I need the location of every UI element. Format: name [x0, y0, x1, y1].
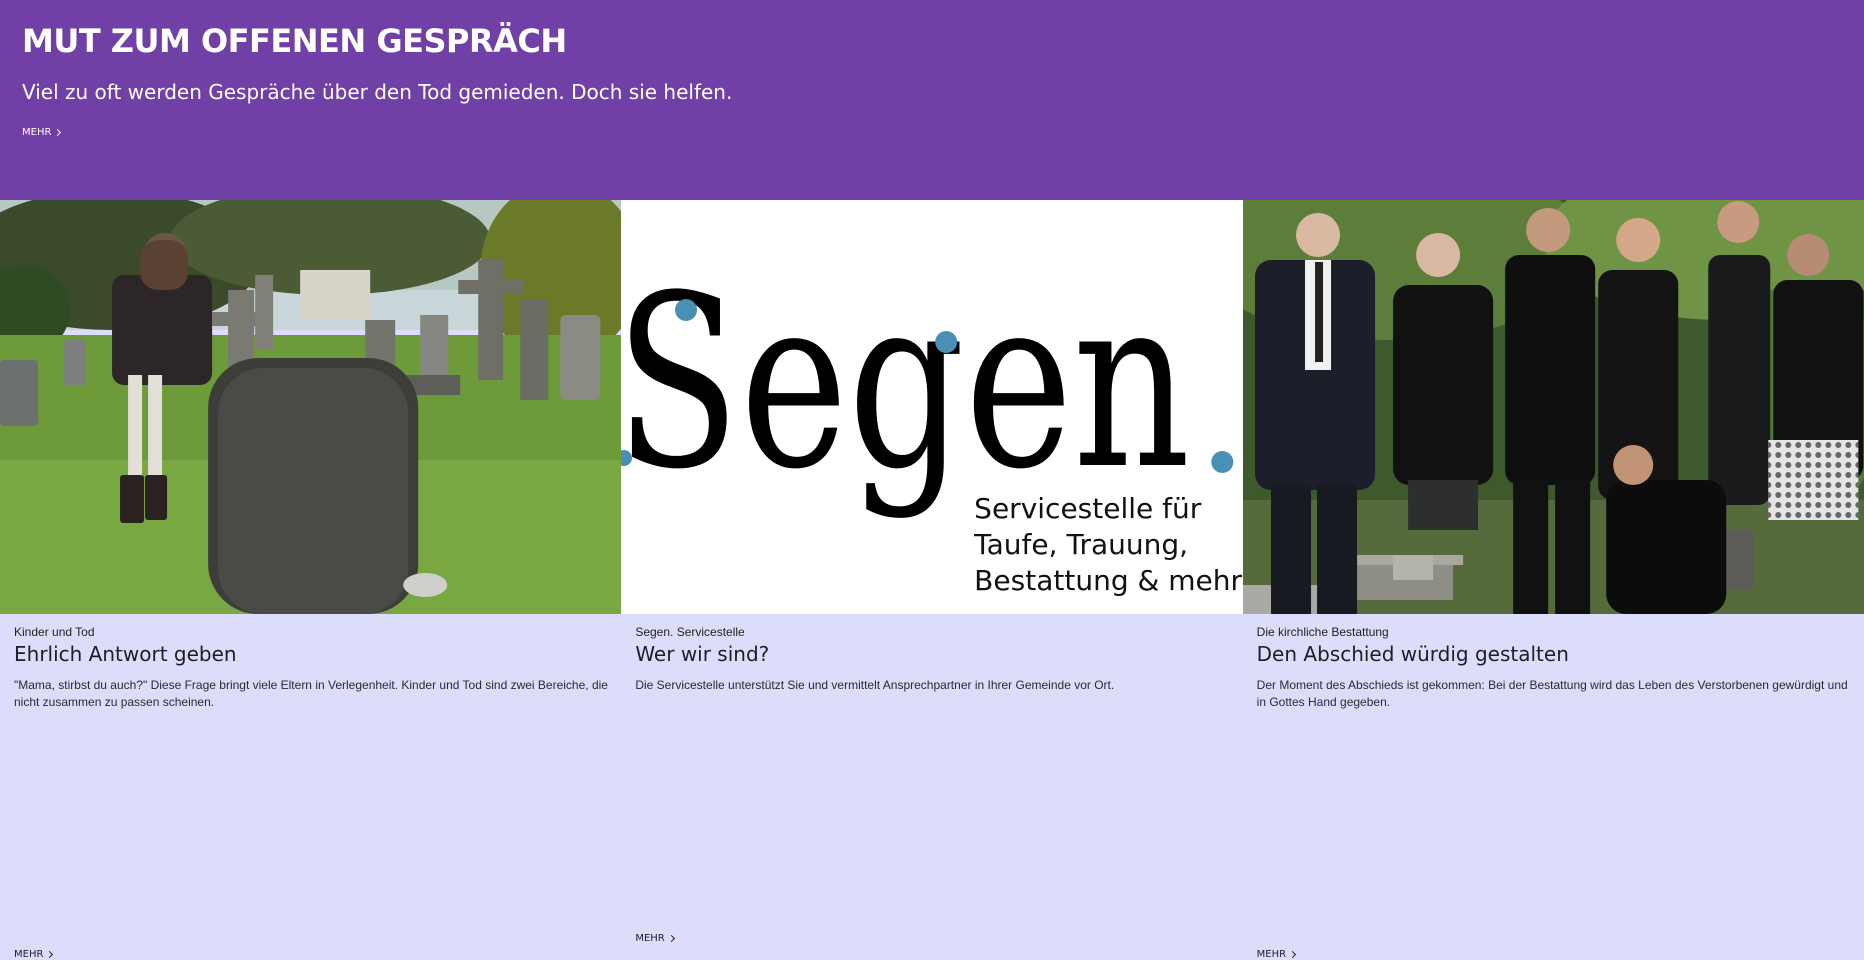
segen-tagline-line-2: Taufe, Trauung,	[974, 528, 1189, 561]
hero-subtitle: Viel zu oft werden Gespräche über den To…	[22, 80, 733, 104]
card-more-label: MEHR	[635, 933, 665, 944]
segen-logo-image: Segen Servicestelle für Taufe, Trauung, …	[621, 200, 1243, 614]
funeral-mourners-image	[1242, 200, 1864, 614]
card-title[interactable]: Den Abschied würdig gestalten	[1257, 642, 1569, 666]
card-more-link[interactable]: MEHR	[1256, 949, 1297, 960]
card-description: Der Moment des Abschieds ist gekommen: B…	[1256, 678, 1848, 709]
hero-banner: MUT ZUM OFFENEN GESPRÄCH Viel zu oft wer…	[0, 0, 1864, 200]
card-kinder-und-tod[interactable]: Kinder und Tod Ehrlich Antwort geben "Ma…	[0, 200, 622, 960]
card-segen-servicestelle[interactable]: Segen Servicestelle für Taufe, Trauung, …	[621, 200, 1243, 944]
card-more-label: MEHR	[1256, 949, 1287, 960]
card-more-label: MEHR	[14, 949, 44, 960]
hero-title: MUT ZUM OFFENEN GESPRÄCH	[22, 22, 567, 60]
card-title[interactable]: Ehrlich Antwort geben	[14, 642, 237, 666]
card-description: Die Servicestelle unterstützt Sie und ve…	[635, 678, 1115, 692]
card-title[interactable]: Wer wir sind?	[635, 642, 769, 666]
cemetery-child-image	[0, 200, 622, 614]
card-category: Kinder und Tod	[14, 625, 95, 639]
segen-tagline-line-3: Bestattung & mehr	[975, 564, 1243, 597]
teaser-cards: Kinder und Tod Ehrlich Antwort geben "Ma…	[0, 200, 1864, 960]
segen-tagline-line-1: Servicestelle für	[975, 492, 1203, 525]
hero-more-link[interactable]: MEHR	[22, 127, 62, 138]
card-category: Die kirchliche Bestattung	[1256, 625, 1389, 639]
chevron-right-icon	[54, 128, 62, 137]
card-description: "Mama, stirbst du auch?" Diese Frage bri…	[14, 678, 608, 709]
card-kirchliche-bestattung[interactable]: Die kirchliche Bestattung Den Abschied w…	[1242, 200, 1864, 960]
chevron-right-icon	[667, 934, 675, 943]
card-more-link[interactable]: MEHR	[14, 949, 54, 960]
segen-logo-word: Segen	[621, 245, 1190, 522]
chevron-right-icon	[1289, 950, 1297, 959]
hero-more-label: MEHR	[22, 127, 52, 138]
chevron-right-icon	[46, 950, 54, 959]
card-more-link[interactable]: MEHR	[635, 933, 675, 944]
card-category: Segen. Servicestelle	[635, 625, 745, 639]
